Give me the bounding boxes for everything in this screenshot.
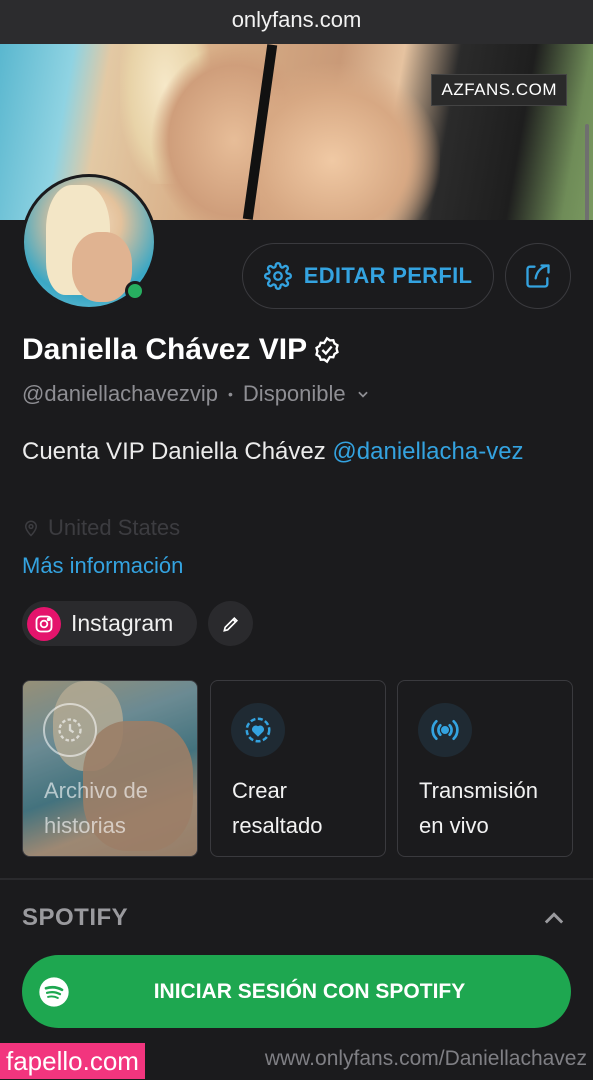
- separator-dot: •: [228, 386, 233, 402]
- pencil-icon: [222, 616, 238, 632]
- gear-icon: [263, 262, 292, 290]
- highlight-card-create[interactable]: Crear resaltado: [210, 680, 386, 857]
- profile-name-text: Daniella Chávez VIP: [22, 333, 308, 366]
- more-info-link[interactable]: Más información: [22, 553, 183, 579]
- online-status-dot: [125, 281, 145, 301]
- watermark-fapello: fapello.com: [0, 1043, 145, 1079]
- location-pin-icon: [24, 520, 38, 537]
- share-button[interactable]: [505, 243, 571, 309]
- availability-label: Disponible: [242, 381, 346, 406]
- instagram-link[interactable]: Instagram: [22, 601, 197, 646]
- section-divider: [0, 878, 593, 880]
- instagram-icon: [27, 606, 61, 641]
- edit-profile-label: EDITAR PERFIL: [303, 263, 473, 288]
- spotify-icon: [39, 977, 69, 1007]
- bio-text: Cuenta VIP Daniella Chávez: [22, 438, 333, 465]
- heart-circle-icon: [231, 703, 285, 757]
- verified-icon: [315, 336, 339, 364]
- highlight-label: Crear resaltado: [232, 778, 323, 838]
- instagram-label: Instagram: [71, 610, 174, 636]
- highlight-card-story-archive[interactable]: Archivo de historias: [22, 680, 198, 857]
- url-text: onlyfans.com: [231, 7, 362, 32]
- chevron-down-icon: [357, 391, 368, 398]
- location: United States: [22, 515, 180, 541]
- handle-row: @daniellachavezvip • Disponible: [22, 381, 370, 407]
- profile-name: Daniella Chávez VIP: [22, 333, 341, 367]
- spotify-login-label: INICIAR SESIÓN CON SPOTIFY: [153, 979, 466, 1003]
- bio-mention-link[interactable]: @daniellacha-vez: [332, 438, 523, 465]
- watermark-url: www.onlyfans.com/Daniellachavez: [264, 1047, 587, 1070]
- highlight-card-live[interactable]: Transmisión en vivo: [397, 680, 573, 857]
- profile-handle: @daniellachavezvip: [22, 381, 219, 406]
- highlight-label: Transmisión en vivo: [419, 778, 538, 838]
- scrollbar[interactable]: [585, 124, 589, 220]
- watermark-azfans: AZFANS.COM: [431, 74, 567, 106]
- chevron-up-icon[interactable]: [540, 905, 568, 933]
- edit-profile-button[interactable]: EDITAR PERFIL: [242, 243, 494, 309]
- bio: Cuenta VIP Daniella Chávez @daniellacha-…: [22, 430, 562, 474]
- edit-socials-button[interactable]: [208, 601, 253, 646]
- share-icon: [526, 264, 550, 288]
- highlight-label: Archivo de historias: [44, 778, 148, 838]
- spotify-login-button[interactable]: INICIAR SESIÓN CON SPOTIFY: [22, 955, 571, 1028]
- spotify-section-title: SPOTIFY: [22, 904, 129, 931]
- location-text: United States: [48, 515, 181, 540]
- availability-dropdown[interactable]: Disponible: [243, 381, 370, 407]
- browser-url-bar[interactable]: onlyfans.com: [0, 0, 593, 44]
- broadcast-icon: [418, 703, 472, 757]
- clock-icon: [43, 703, 97, 757]
